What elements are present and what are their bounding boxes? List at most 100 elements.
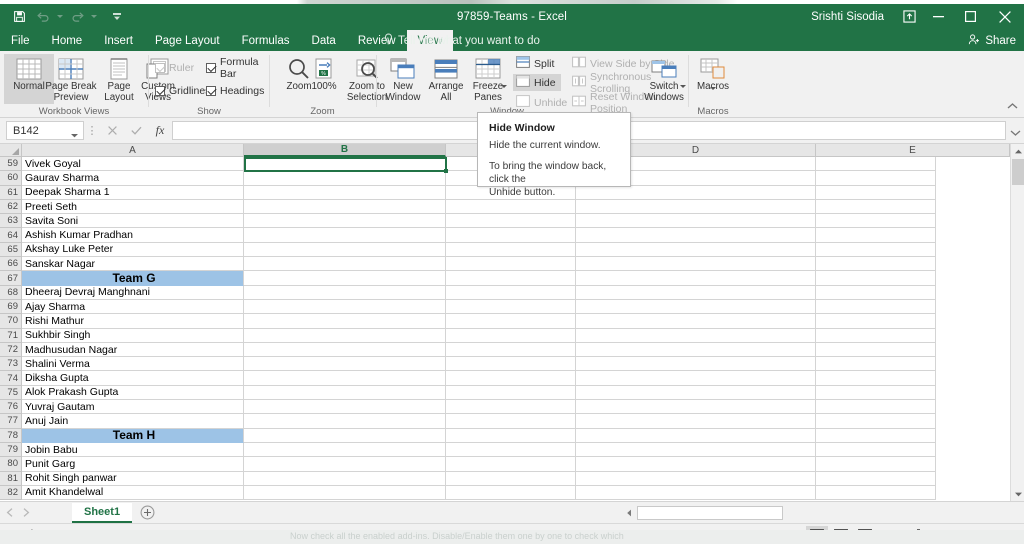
empty-cell[interactable] <box>576 357 816 372</box>
split-button[interactable]: Split <box>513 55 557 72</box>
name-cell[interactable]: Savita Soni <box>22 214 244 229</box>
name-cell[interactable]: Gaurav Sharma <box>22 171 244 186</box>
freeze-panes-button[interactable]: Freeze Panes <box>467 54 509 104</box>
formula-bar-checkbox[interactable]: Formula Bar <box>206 56 269 80</box>
name-cell[interactable]: Sukhbir Singh <box>22 328 244 343</box>
name-cell[interactable]: Shalini Verma <box>22 357 244 372</box>
select-all-corner[interactable] <box>0 144 22 157</box>
empty-cell[interactable] <box>446 485 576 501</box>
empty-cell[interactable] <box>446 371 576 386</box>
empty-cell[interactable] <box>446 385 576 401</box>
empty-cell[interactable] <box>446 214 576 229</box>
empty-cell[interactable] <box>244 314 446 329</box>
empty-cell[interactable] <box>576 314 816 329</box>
empty-cell[interactable] <box>244 385 446 401</box>
empty-cell[interactable] <box>244 442 446 458</box>
empty-cell[interactable] <box>244 285 446 300</box>
empty-cell[interactable] <box>446 342 576 358</box>
empty-cell[interactable] <box>446 400 576 415</box>
name-cell[interactable]: Punit Garg <box>22 457 244 472</box>
row-header[interactable]: 63 <box>0 214 22 229</box>
column-header-b[interactable]: B <box>244 144 446 157</box>
empty-cell[interactable] <box>816 185 936 200</box>
empty-cell[interactable] <box>244 457 446 472</box>
share-button[interactable]: Share <box>968 30 1016 51</box>
empty-cell[interactable] <box>576 199 816 215</box>
tab-file[interactable]: File <box>0 30 41 51</box>
row-header[interactable]: 78 <box>0 428 22 443</box>
close-button[interactable] <box>986 3 1024 30</box>
empty-cell[interactable] <box>576 242 816 258</box>
name-cell[interactable]: Dheeraj Devraj Manghnani <box>22 285 244 300</box>
empty-cell[interactable] <box>816 471 936 486</box>
empty-cell[interactable] <box>576 457 816 472</box>
empty-cell[interactable] <box>446 242 576 258</box>
empty-cell[interactable] <box>244 485 446 501</box>
empty-cell[interactable] <box>244 271 446 286</box>
row-header[interactable]: 60 <box>0 171 22 186</box>
empty-cell[interactable] <box>816 199 936 215</box>
empty-cell[interactable] <box>816 485 936 501</box>
user-account-name[interactable]: Srishti Sisodia <box>811 11 884 23</box>
empty-cell[interactable] <box>576 400 816 415</box>
name-cell[interactable]: Ashish Kumar Pradhan <box>22 228 244 243</box>
empty-cell[interactable] <box>244 214 446 229</box>
tab-data[interactable]: Data <box>301 30 347 51</box>
row-header[interactable]: 73 <box>0 357 22 372</box>
empty-cell[interactable] <box>244 299 446 315</box>
empty-cell[interactable] <box>446 199 576 215</box>
scroll-left-button[interactable] <box>623 506 635 520</box>
name-cell[interactable]: Vivek Goyal <box>22 157 244 172</box>
empty-cell[interactable] <box>244 257 446 272</box>
empty-cell[interactable] <box>244 228 446 243</box>
collapse-ribbon-icon[interactable] <box>1007 97 1018 115</box>
empty-cell[interactable] <box>816 457 936 472</box>
empty-cell[interactable] <box>576 271 816 286</box>
name-box[interactable]: B142 <box>6 121 84 140</box>
empty-cell[interactable] <box>244 428 446 443</box>
switch-windows-button[interactable]: Switch Windows <box>641 54 687 104</box>
empty-cell[interactable] <box>446 471 576 486</box>
macros-button[interactable]: Macros <box>691 54 735 104</box>
empty-cell[interactable] <box>446 457 576 472</box>
name-cell[interactable]: Akshay Luke Peter <box>22 242 244 258</box>
row-header[interactable]: 79 <box>0 442 22 458</box>
empty-cell[interactable] <box>816 328 936 343</box>
maximize-button[interactable] <box>954 3 986 30</box>
next-sheet-icon[interactable] <box>22 504 30 522</box>
name-cell[interactable]: Rishi Mathur <box>22 314 244 329</box>
row-header[interactable]: 69 <box>0 299 22 315</box>
name-cell[interactable]: Preeti Seth <box>22 199 244 215</box>
scroll-up-button[interactable] <box>1011 144 1024 158</box>
empty-cell[interactable] <box>576 228 816 243</box>
team-header-cell[interactable]: Team G <box>22 271 244 286</box>
cancel-icon[interactable] <box>100 120 124 142</box>
ruler-checkbox[interactable]: Ruler <box>155 60 194 76</box>
empty-cell[interactable] <box>446 357 576 372</box>
row-header[interactable]: 74 <box>0 371 22 386</box>
row-header[interactable]: 61 <box>0 185 22 200</box>
tab-formulas[interactable]: Formulas <box>231 30 301 51</box>
account-box-icon[interactable] <box>896 3 922 30</box>
row-header[interactable]: 67 <box>0 271 22 286</box>
empty-cell[interactable] <box>244 328 446 343</box>
name-cell[interactable]: Alok Prakash Gupta <box>22 385 244 401</box>
name-cell[interactable]: Amit Khandelwal <box>22 485 244 501</box>
empty-cell[interactable] <box>576 385 816 401</box>
name-cell[interactable]: Ajay Sharma <box>22 299 244 315</box>
empty-cell[interactable] <box>244 342 446 358</box>
empty-cell[interactable] <box>446 328 576 343</box>
row-header[interactable]: 71 <box>0 328 22 343</box>
page-layout-view-button[interactable]: Page Layout <box>101 54 137 104</box>
empty-cell[interactable] <box>816 299 936 315</box>
empty-cell[interactable] <box>446 299 576 315</box>
scroll-down-button[interactable] <box>1011 487 1024 501</box>
horizontal-scrollbar[interactable] <box>623 506 805 520</box>
empty-cell[interactable] <box>576 485 816 501</box>
empty-cell[interactable] <box>576 328 816 343</box>
empty-cell[interactable] <box>816 228 936 243</box>
empty-cell[interactable] <box>816 385 936 401</box>
tell-me-search[interactable]: Tell me what you want to do <box>384 30 540 51</box>
expand-formula-bar-icon[interactable] <box>1010 124 1021 142</box>
empty-cell[interactable] <box>244 471 446 486</box>
